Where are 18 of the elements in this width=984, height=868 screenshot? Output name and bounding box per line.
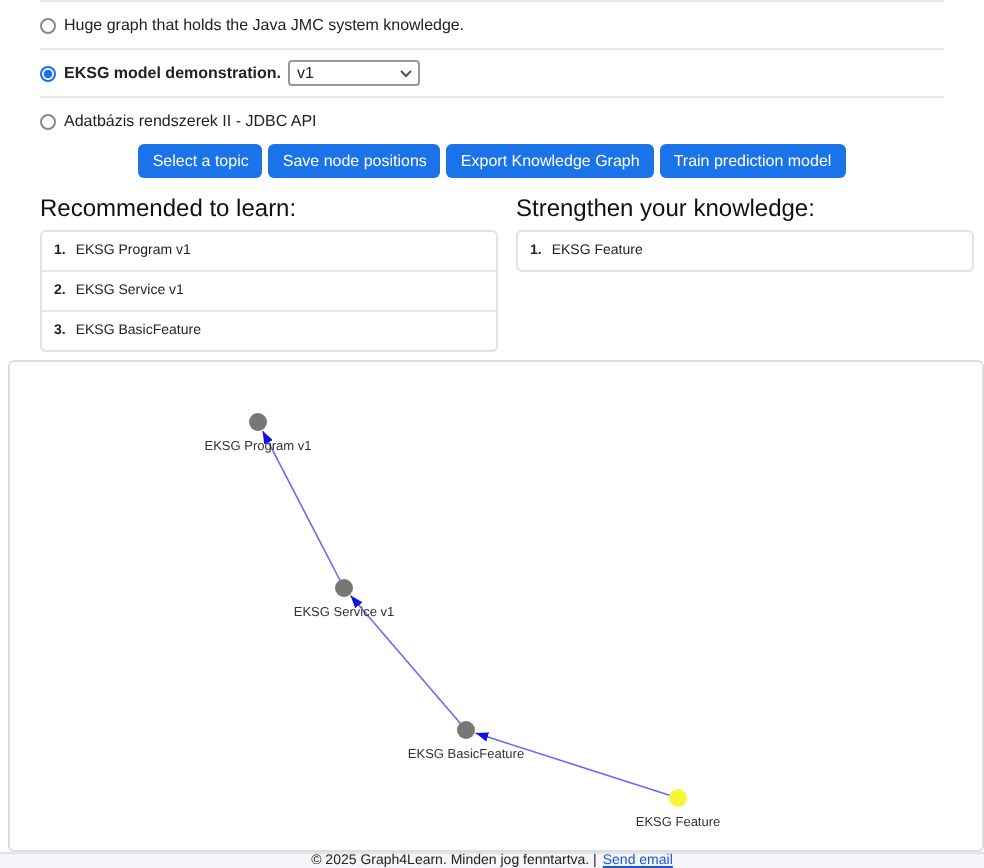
action-button[interactable]: Save node positions xyxy=(268,144,441,178)
graph-node[interactable] xyxy=(249,413,267,431)
radio-button[interactable] xyxy=(40,17,56,33)
topic-label: EKSG model demonstration. xyxy=(64,64,281,82)
action-button[interactable]: Export Knowledge Graph xyxy=(446,144,654,178)
topic-label: Adatbázis rendszerek II - JDBC API xyxy=(64,112,317,130)
section-heading: Strengthen your knowledge: xyxy=(516,194,817,222)
chevron-icon xyxy=(400,69,413,77)
graph-node[interactable] xyxy=(335,579,353,597)
action-button[interactable]: Train prediction model xyxy=(659,144,846,178)
graph-node[interactable] xyxy=(457,721,475,739)
graph-node[interactable] xyxy=(669,789,687,807)
radio-button[interactable] xyxy=(40,113,56,129)
version-select[interactable]: v1 xyxy=(288,60,421,86)
action-button[interactable]: Select a topic xyxy=(138,144,263,178)
topic-label: Huge graph that holds the Java JMC system knowledge. xyxy=(64,16,465,34)
radio-button[interactable] xyxy=(40,65,56,81)
section-heading: Recommended to learn: xyxy=(40,194,299,222)
